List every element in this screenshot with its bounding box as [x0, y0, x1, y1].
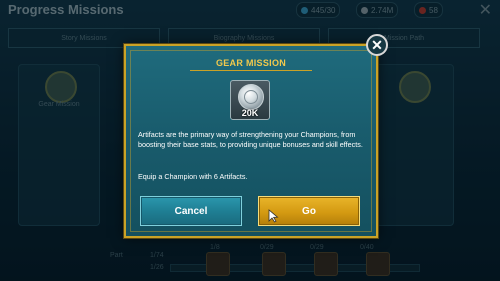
- silver-coin-icon: [238, 84, 264, 110]
- close-icon[interactable]: ✕: [366, 34, 388, 56]
- go-button[interactable]: Go: [258, 196, 360, 226]
- reward-amount: 20K: [241, 108, 259, 118]
- reward-slot: 20K: [230, 80, 270, 120]
- mission-description: Artifacts are the primary way of strengt…: [138, 130, 363, 149]
- dialog-title: GEAR MISSION: [215, 58, 287, 68]
- mission-requirement: Equip a Champion with 6 Artifacts.: [138, 172, 248, 181]
- go-button-label: Go: [302, 205, 316, 217]
- gear-mission-dialog: GEAR MISSION 20K Artifacts are the prima…: [124, 34, 388, 238]
- pointer-cursor-icon: [268, 209, 279, 223]
- cancel-button[interactable]: Cancel: [140, 196, 242, 226]
